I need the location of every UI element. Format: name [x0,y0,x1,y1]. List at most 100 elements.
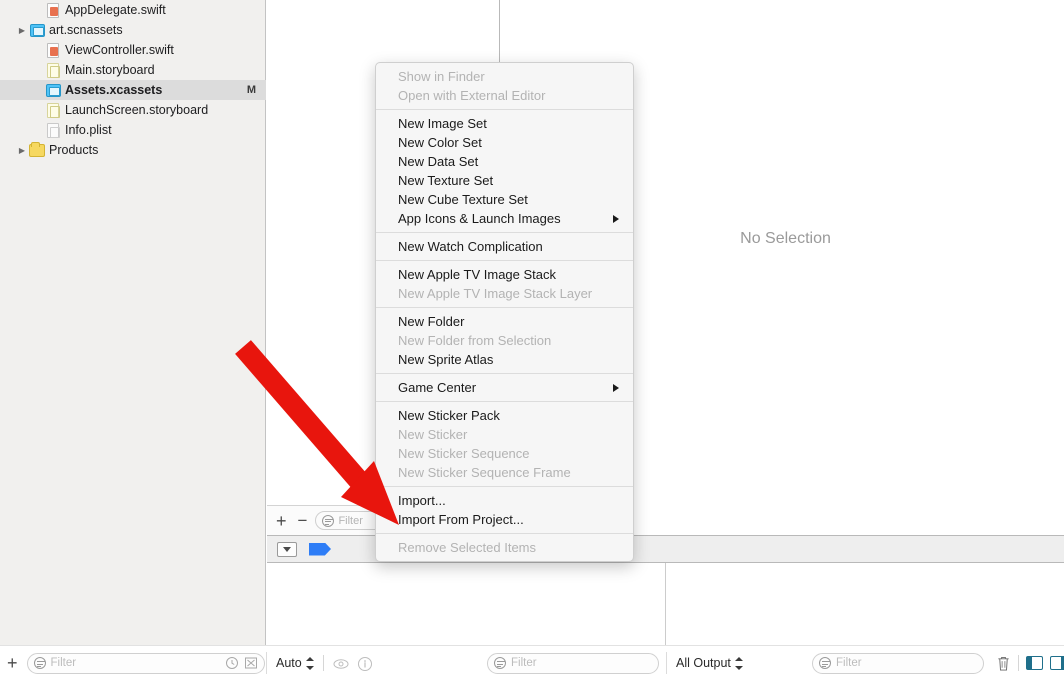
auto-popup-button[interactable]: Auto [276,656,314,670]
stepper-icon [305,656,314,670]
bottom-toolbar: + Filter Auto Filter All Output Filter [0,645,1064,679]
context-menu-item[interactable]: New Texture Set [376,171,633,190]
project-file-tree[interactable]: ▶AppDelegate.swift▶art.scnassets▶ViewCon… [0,0,266,160]
submenu-arrow-icon [613,383,619,392]
filter-icon [819,657,831,669]
disclosure-triangle-icon[interactable]: ▶ [16,20,28,40]
file-tree-row[interactable]: ▶ViewController.swift [0,40,266,60]
file-tree-row[interactable]: ▶ art.scnassets [0,20,266,40]
context-menu-item-label: New Color Set [398,135,482,150]
show-variables-only-button[interactable] [1050,656,1064,670]
context-menu-item-label: New Sticker Sequence [398,446,530,461]
context-menu-item[interactable]: New Watch Complication [376,237,633,256]
all-output-label: All Output [676,656,731,670]
debug-view-controls: Auto [276,646,372,679]
file-name-label: Main.storyboard [65,63,155,77]
context-menu-item-label: New Watch Complication [398,239,543,254]
asset-remove-button[interactable]: − [295,512,311,529]
context-menu-item[interactable]: New Sticker Pack [376,406,633,425]
stepper-icon [734,656,743,670]
info-icon[interactable] [357,656,372,671]
toolbar-divider [322,655,324,671]
asset-catalog-context-menu[interactable]: Show in Finder Open with External Editor N… [375,62,634,562]
right-filter-input[interactable]: Filter [812,652,984,674]
scm-status-badge: M [246,84,256,96]
chevron-down-icon [283,546,291,552]
context-menu-item-label: Remove Selected Items [398,540,537,555]
output-scope-controls: All Output [676,646,743,679]
storyboard-file-icon [44,60,62,80]
menu-separator [376,109,633,110]
context-menu-item-label: Game Center [398,380,477,395]
context-menu-item[interactable]: New Cube Texture Set [376,190,633,209]
context-menu-item-label: New Image Set [398,116,487,131]
context-menu-item: New Sticker Sequence Frame [376,463,633,482]
debug-console-area [267,563,1064,645]
context-menu-item[interactable]: New Folder [376,312,633,331]
menu-separator [376,486,633,487]
file-name-label: ViewController.swift [65,43,174,57]
file-name-label: art.scnassets [49,23,123,37]
context-menu-item-label: Import... [398,493,446,508]
clear-console-trash-icon[interactable] [996,655,1011,672]
context-menu-item[interactable]: New Apple TV Image Stack [376,265,633,284]
console-split-divider[interactable] [665,563,666,645]
plist-file-icon [44,120,62,140]
toolbar-divider [1018,655,1019,671]
breakpoint-flag-icon[interactable] [309,542,331,556]
menu-separator [376,401,633,402]
xcassets-file-icon [44,80,62,100]
file-tree-row[interactable]: ▶AppDelegate.swift [0,0,266,20]
file-tree-row[interactable]: ▶LaunchScreen.storyboard [0,100,266,120]
bottom-add-button[interactable]: + [4,654,21,672]
bottom-left-filter-input[interactable]: Filter [26,652,265,674]
file-name-label: Assets.xcassets [65,83,163,97]
file-name-label: LaunchScreen.storyboard [65,103,209,117]
context-menu-item[interactable]: New Sprite Atlas [376,350,633,369]
file-tree-row[interactable]: ▶Assets.xcassetsM [0,80,266,100]
filter-icon [494,657,506,669]
context-menu-item-label: New Apple TV Image Stack Layer [398,286,593,301]
hide-debug-area-button[interactable] [277,541,297,557]
file-tree-row[interactable]: ▶Main.storyboard [0,60,266,80]
xcode-window: ▶AppDelegate.swift▶art.scnassets▶ViewCon… [0,0,1064,679]
file-name-label: AppDelegate.swift [65,3,166,17]
context-menu-item-label: New Sticker Pack [398,408,500,423]
context-menu-item[interactable]: Game Center [376,378,633,397]
context-menu-item[interactable]: New Data Set [376,152,633,171]
asset-filter-placeholder: Filter [338,514,363,527]
context-menu-item[interactable]: New Image Set [376,114,633,133]
context-menu-item[interactable]: App Icons & Launch Images [376,209,633,228]
context-menu-item[interactable]: Import From Project... [376,510,633,529]
show-console-only-button[interactable] [1026,656,1043,670]
file-tree-row[interactable]: ▶Info.plist [0,120,266,140]
context-menu-item[interactable]: Import... [376,491,633,510]
context-menu-item[interactable]: New Color Set [376,133,633,152]
right-filter-controls: Filter [812,646,984,679]
file-tree-row[interactable]: ▶ Products [0,140,266,160]
recent-clock-icon[interactable] [225,656,239,670]
asset-add-button[interactable]: + [273,512,290,530]
asset-pane-divider [499,0,500,62]
context-menu-item-label: New Sprite Atlas [398,352,494,367]
context-menu-item-label: New Folder from Selection [398,333,552,348]
context-menu-item: New Apple TV Image Stack Layer [376,284,633,303]
all-output-popup-button[interactable]: All Output [676,656,743,670]
disclosure-triangle-icon[interactable]: ▶ [16,140,28,160]
project-navigator: ▶AppDelegate.swift▶art.scnassets▶ViewCon… [0,0,266,679]
xcassets-file-icon [28,20,46,40]
context-menu-item-label: New Texture Set [398,173,494,188]
show-debug-view-icon[interactable] [333,656,349,671]
context-menu-item-label: New Folder [398,314,465,329]
swift-file-icon [44,0,62,20]
source-control-filter-icon[interactable] [244,656,258,670]
submenu-arrow-icon [613,214,619,223]
console-filter-input[interactable]: Filter [487,652,659,674]
right-filter-placeholder: Filter [836,657,862,669]
menu-separator [376,307,633,308]
storyboard-file-icon [44,100,62,120]
context-menu-item: New Sticker [376,425,633,444]
context-menu-item-label: App Icons & Launch Images [398,211,561,226]
file-name-label: Info.plist [65,123,112,137]
toolbar-divider [266,652,267,674]
